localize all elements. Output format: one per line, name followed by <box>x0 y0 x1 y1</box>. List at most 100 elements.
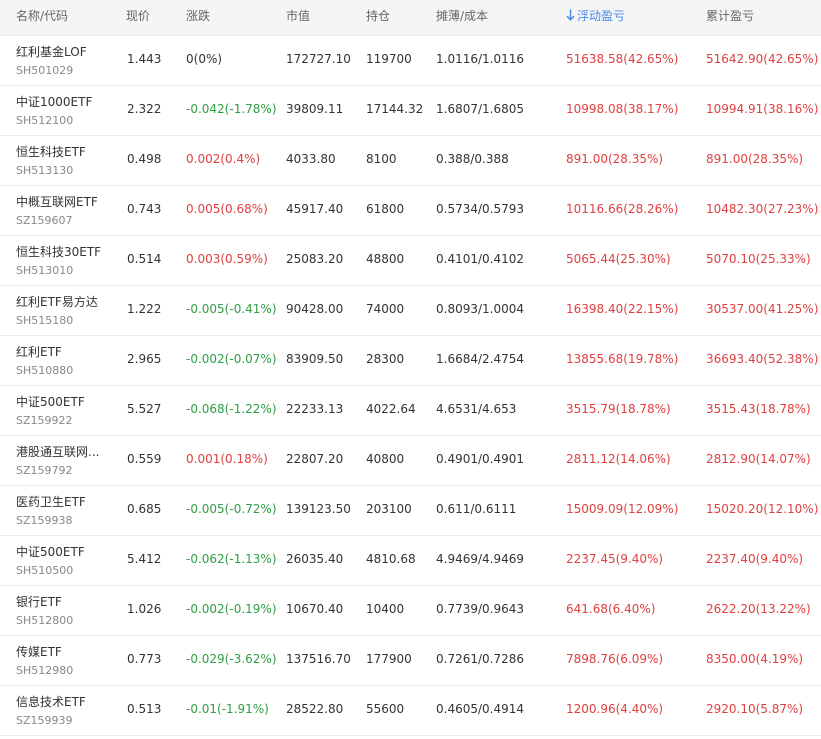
market-value-cell: 90428.00 <box>286 302 344 316</box>
position-cell: 55600 <box>366 702 405 716</box>
table-row[interactable]: 医药卫生ETF SZ159938 0.685 -0.005(-0.72%) 139123… <box>0 486 821 536</box>
price-cell: 0.743 <box>127 202 162 216</box>
cost-cell: 0.4605/0.4914 <box>436 702 525 716</box>
fund-code: SH513130 <box>16 164 74 177</box>
table-body: 红利基金LOF SH501029 1.443 0(0%) 172727.10 119700… <box>0 36 821 736</box>
cost-cell: 0.8093/1.0004 <box>436 302 525 316</box>
fund-name: 恒生科技ETF <box>16 145 86 159</box>
table-row[interactable]: 银行ETF SH512800 1.026 -0.002(-0.19%) 10670.40… <box>0 586 821 636</box>
price-cell: 0.513 <box>127 702 162 716</box>
header-total-pl[interactable]: 累计盈亏 <box>706 0 754 32</box>
fund-name: 银行ETF <box>16 595 62 609</box>
price-cell: 5.412 <box>127 552 162 566</box>
table-row[interactable]: 中证500ETF SZ159922 5.527 -0.068(-1.22%) 22233… <box>0 386 821 436</box>
table-row[interactable]: 传媒ETF SH512980 0.773 -0.029(-3.62%) 137516.7… <box>0 636 821 686</box>
table-row[interactable]: 中证1000ETF SH512100 2.322 -0.042(-1.78%) 3980… <box>0 86 821 136</box>
fund-code: SH512800 <box>16 614 74 627</box>
header-change[interactable]: 涨跌 <box>186 0 210 32</box>
holdings-table: 名称/代码 现价 涨跌 市值 持仓 摊薄/成本 浮动盈亏 累计盈亏 红利基金LO… <box>0 0 821 736</box>
header-position[interactable]: 持仓 <box>366 0 390 32</box>
total-pl-cell: 51642.90(42.65%) <box>706 52 819 66</box>
fund-code: SZ159939 <box>16 714 73 727</box>
total-pl-cell: 8350.00(4.19%) <box>706 652 804 666</box>
market-value-cell: 10670.40 <box>286 602 344 616</box>
fund-code: SZ159792 <box>16 464 73 477</box>
cost-cell: 0.7739/0.9643 <box>436 602 525 616</box>
float-pl-cell: 3515.79(18.78%) <box>566 402 671 416</box>
fund-code: SZ159607 <box>16 214 73 227</box>
market-value-cell: 22233.13 <box>286 402 344 416</box>
header-float-pl[interactable]: 浮动盈亏 <box>566 0 625 32</box>
price-cell: 2.965 <box>127 352 162 366</box>
table-row[interactable]: 红利基金LOF SH501029 1.443 0(0%) 172727.10 119700… <box>0 36 821 86</box>
header-name-code[interactable]: 名称/代码 <box>16 0 68 32</box>
table-row[interactable]: 港股通互联网... SZ159792 0.559 0.001(0.18%) 22807.… <box>0 436 821 486</box>
float-pl-cell: 16398.40(22.15%) <box>566 302 679 316</box>
position-cell: 74000 <box>366 302 405 316</box>
change-cell: 0.003(0.59%) <box>186 252 268 266</box>
fund-name: 红利ETF <box>16 345 62 359</box>
header-price[interactable]: 现价 <box>126 0 150 32</box>
price-cell: 1.443 <box>127 52 162 66</box>
market-value-cell: 139123.50 <box>286 502 351 516</box>
price-cell: 1.222 <box>127 302 162 316</box>
cost-cell: 0.611/0.6111 <box>436 502 517 516</box>
fund-name: 中证500ETF <box>16 395 85 409</box>
market-value-cell: 25083.20 <box>286 252 344 266</box>
table-row[interactable]: 红利ETF易方达 SH515180 1.222 -0.005(-0.41%) 90428… <box>0 286 821 336</box>
cost-cell: 0.4901/0.4901 <box>436 452 525 466</box>
cost-cell: 1.0116/1.0116 <box>436 52 525 66</box>
market-value-cell: 22807.20 <box>286 452 344 466</box>
market-value-cell: 83909.50 <box>286 352 344 366</box>
cost-cell: 4.9469/4.9469 <box>436 552 525 566</box>
change-cell: -0.002(-0.19%) <box>186 602 277 616</box>
change-cell: -0.005(-0.72%) <box>186 502 277 516</box>
total-pl-cell: 10482.30(27.23%) <box>706 202 819 216</box>
change-cell: 0.001(0.18%) <box>186 452 268 466</box>
table-row[interactable]: 中概互联网ETF SZ159607 0.743 0.005(0.68%) 45917.4… <box>0 186 821 236</box>
price-cell: 0.773 <box>127 652 162 666</box>
fund-name: 红利ETF易方达 <box>16 295 98 309</box>
cost-cell: 0.4101/0.4102 <box>436 252 525 266</box>
total-pl-cell: 30537.00(41.25%) <box>706 302 819 316</box>
float-pl-cell: 5065.44(25.30%) <box>566 252 671 266</box>
change-cell: -0.029(-3.62%) <box>186 652 277 666</box>
fund-name: 中证1000ETF <box>16 95 93 109</box>
cost-cell: 0.7261/0.7286 <box>436 652 525 666</box>
header-cost[interactable]: 摊薄/成本 <box>436 0 488 32</box>
total-pl-cell: 2920.10(5.87%) <box>706 702 804 716</box>
table-row[interactable]: 信息技术ETF SZ159939 0.513 -0.01(-1.91%) 28522.8… <box>0 686 821 736</box>
fund-name: 中概互联网ETF <box>16 195 98 209</box>
market-value-cell: 39809.11 <box>286 102 344 116</box>
table-row[interactable]: 红利ETF SH510880 2.965 -0.002(-0.07%) 83909.50… <box>0 336 821 386</box>
position-cell: 10400 <box>366 602 405 616</box>
total-pl-cell: 2237.40(9.40%) <box>706 552 804 566</box>
fund-code: SH510880 <box>16 364 74 377</box>
market-value-cell: 172727.10 <box>286 52 351 66</box>
fund-code: SZ159938 <box>16 514 73 527</box>
float-pl-cell: 13855.68(19.78%) <box>566 352 679 366</box>
position-cell: 4022.64 <box>366 402 416 416</box>
change-cell: 0.002(0.4%) <box>186 152 261 166</box>
fund-code: SH513010 <box>16 264 74 277</box>
fund-name: 信息技术ETF <box>16 695 86 709</box>
market-value-cell: 26035.40 <box>286 552 344 566</box>
change-cell: -0.042(-1.78%) <box>186 102 277 116</box>
cost-cell: 1.6807/1.6805 <box>436 102 525 116</box>
change-cell: -0.062(-1.13%) <box>186 552 277 566</box>
table-row[interactable]: 恒生科技30ETF SH513010 0.514 0.003(0.59%) 25083.… <box>0 236 821 286</box>
table-row[interactable]: 中证500ETF SH510500 5.412 -0.062(-1.13%) 26035… <box>0 536 821 586</box>
total-pl-cell: 2812.90(14.07%) <box>706 452 811 466</box>
table-row[interactable]: 恒生科技ETF SH513130 0.498 0.002(0.4%) 4033.80 81… <box>0 136 821 186</box>
fund-code: SH515180 <box>16 314 74 327</box>
position-cell: 4810.68 <box>366 552 416 566</box>
header-float-pl-label: 浮动盈亏 <box>577 9 626 23</box>
total-pl-cell: 15020.20(12.10%) <box>706 502 819 516</box>
float-pl-cell: 10998.08(38.17%) <box>566 102 679 116</box>
float-pl-cell: 641.68(6.40%) <box>566 602 656 616</box>
position-cell: 40800 <box>366 452 405 466</box>
change-cell: 0(0%) <box>186 52 223 66</box>
market-value-cell: 45917.40 <box>286 202 344 216</box>
fund-name: 红利基金LOF <box>16 45 87 59</box>
header-market-value[interactable]: 市值 <box>286 0 310 32</box>
